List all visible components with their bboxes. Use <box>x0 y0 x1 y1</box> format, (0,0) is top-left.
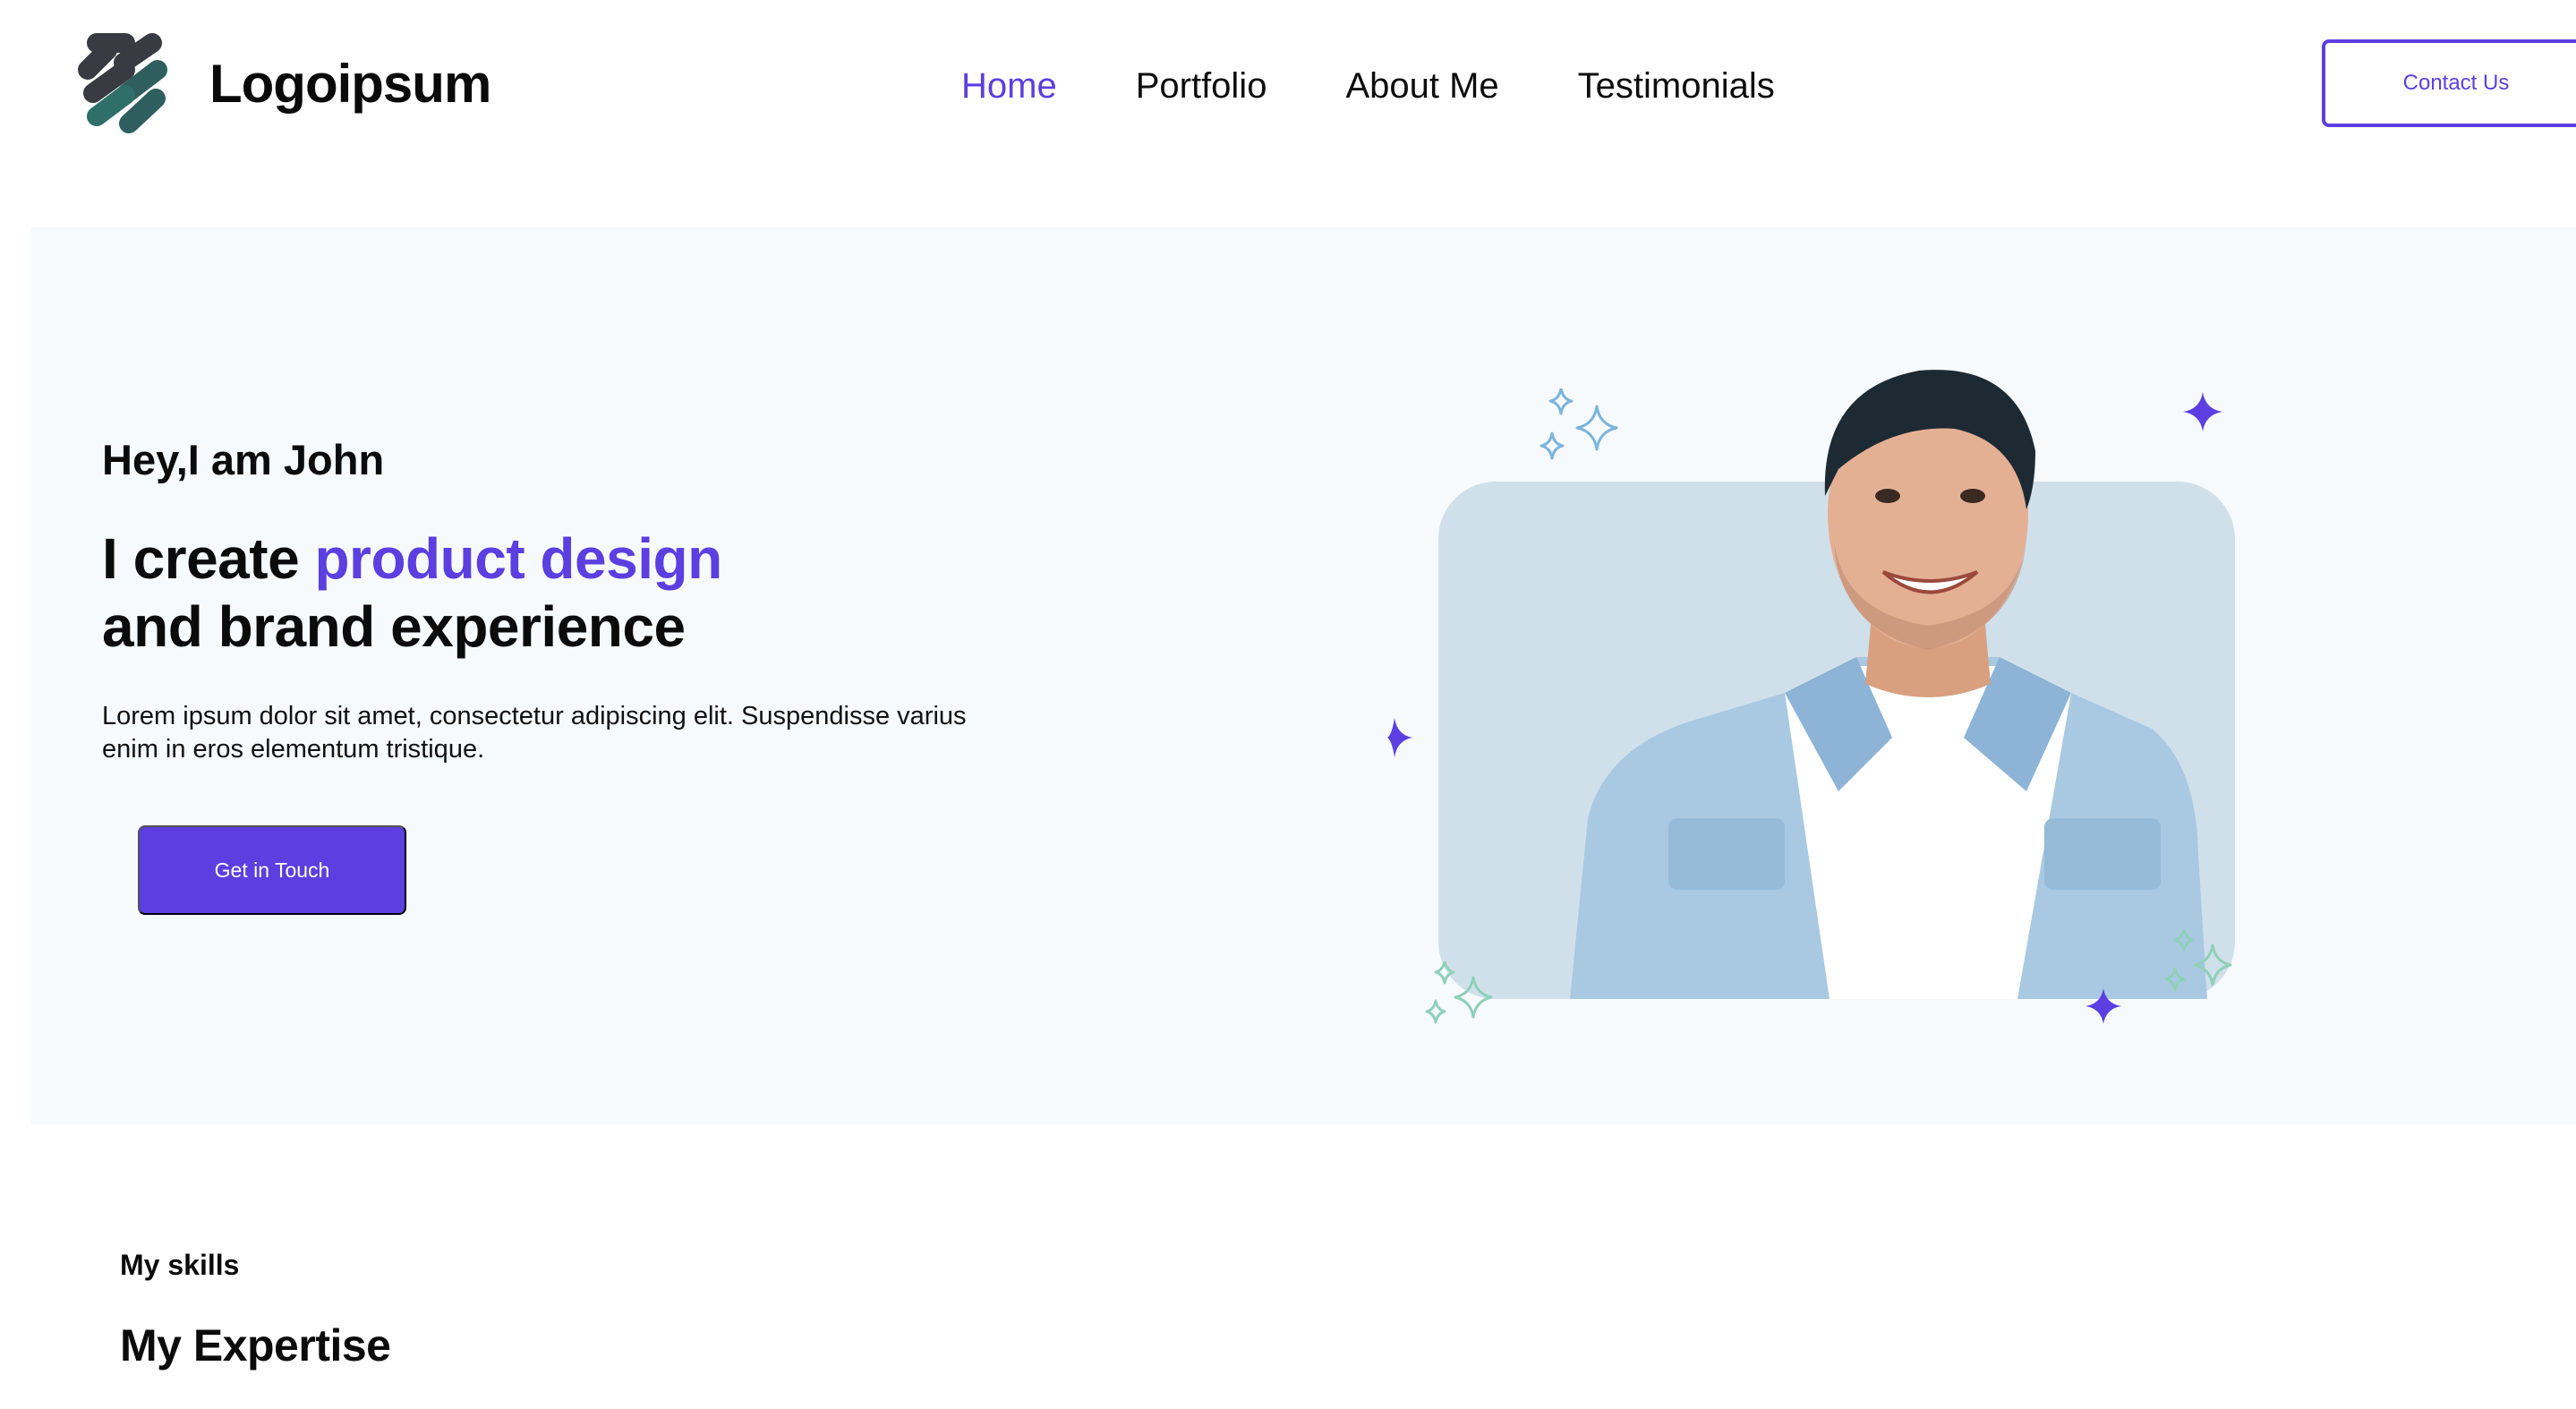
expertise-title: My Expertise <box>120 1320 391 1371</box>
molecule-logo-icon <box>78 33 167 133</box>
sparkle-icon <box>1387 718 1412 757</box>
contact-us-button[interactable]: Contact Us <box>2322 39 2576 127</box>
hero-headline: I create product design and brand experi… <box>102 525 722 661</box>
nav-about-me[interactable]: About Me <box>1345 61 1498 111</box>
brand-name: Logoipsum <box>209 53 491 114</box>
headline-line-2: and brand experience <box>102 594 686 659</box>
brand[interactable]: Logoipsum <box>75 30 491 136</box>
hero-greeting: Hey,I am John <box>102 436 385 483</box>
nav-portfolio[interactable]: Portfolio <box>1136 61 1267 111</box>
headline-prefix: I create <box>102 526 315 591</box>
hero-section: Hey,I am John I create product design an… <box>30 227 2576 1124</box>
sparkle-cluster-icon <box>1425 961 1493 1024</box>
skills-label: My skills <box>120 1249 240 1281</box>
site-header: Logoipsum Home Portfolio About Me Testim… <box>0 0 2576 170</box>
main-nav: Home Portfolio About Me Testimonials <box>961 61 1854 111</box>
nav-testimonials[interactable]: Testimonials <box>1578 61 1775 111</box>
get-in-touch-button[interactable]: Get in Touch <box>138 825 406 915</box>
nav-home[interactable]: Home <box>961 61 1057 111</box>
headline-accent: product design <box>314 526 722 591</box>
sparkle-cluster-icon <box>2164 929 2232 992</box>
sparkle-icon <box>2086 988 2121 1024</box>
hero-description: Lorem ipsum dolor sit amet, consectetur … <box>102 702 967 764</box>
profile-photo <box>1570 370 2207 999</box>
